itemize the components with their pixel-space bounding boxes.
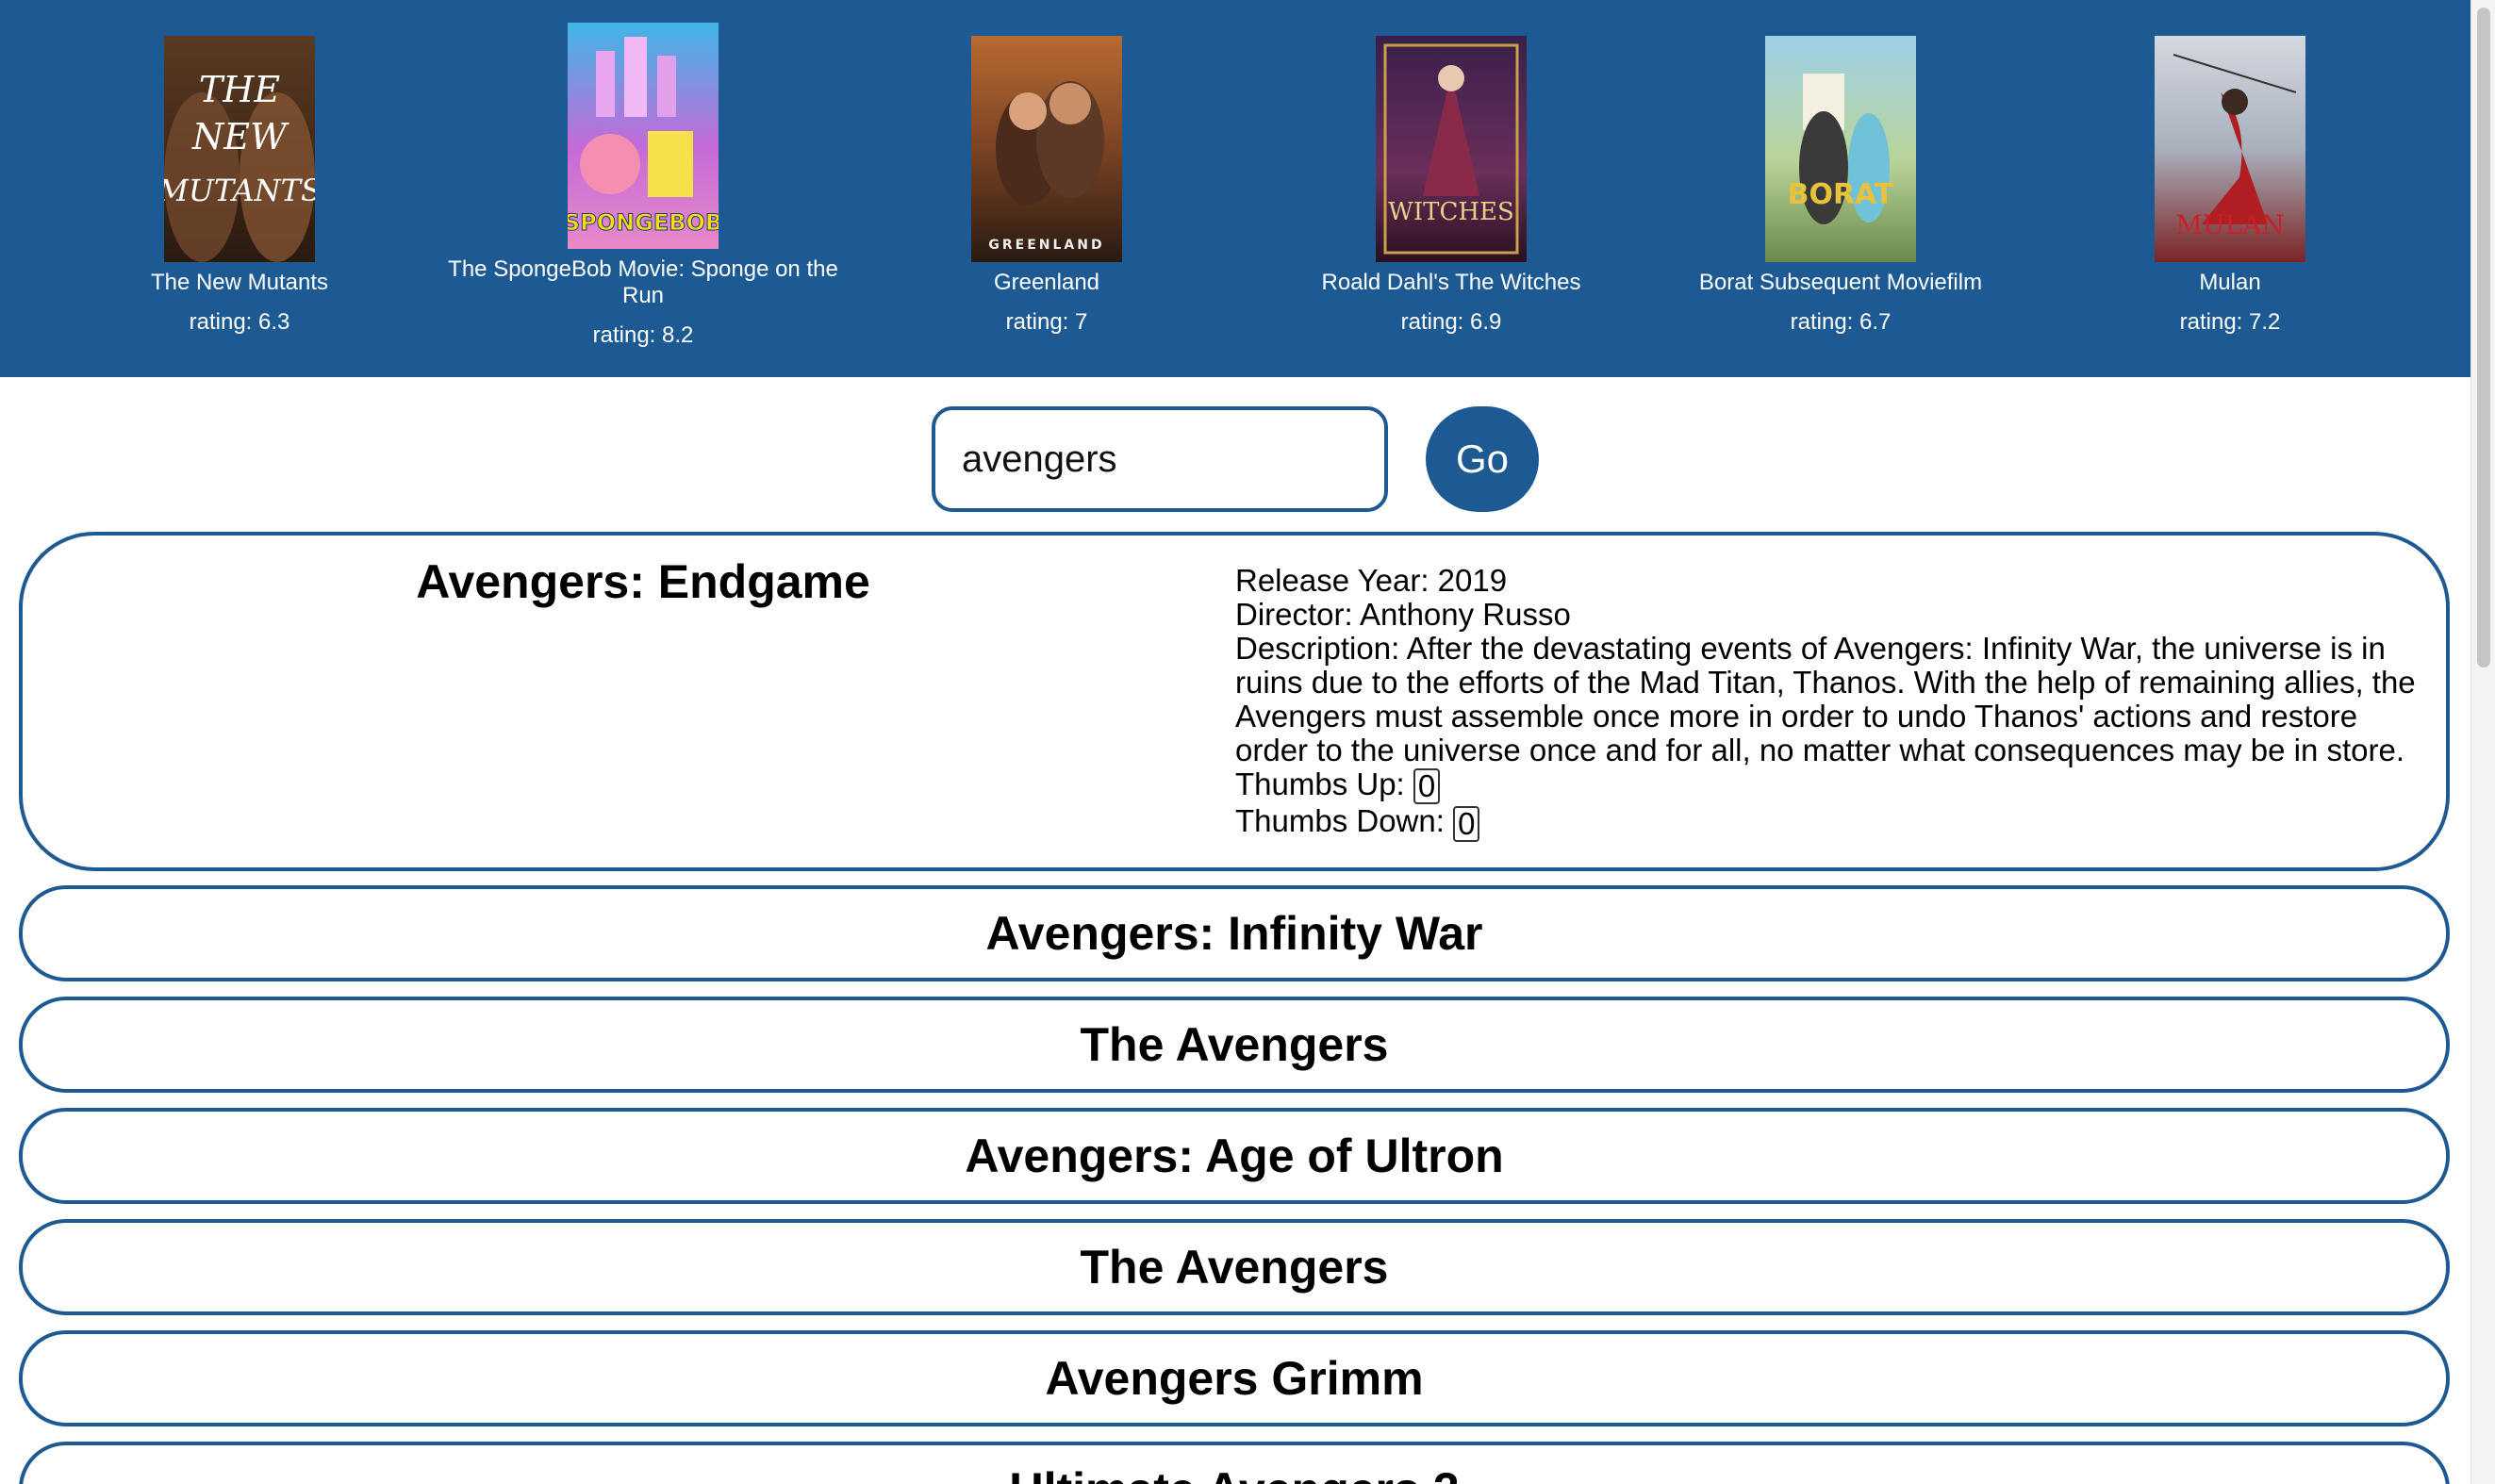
movie-poster[interactable]: THE NEW MUTANTS [164,36,315,262]
page-scrollbar[interactable] [2470,0,2495,1484]
thumbs-down-button[interactable]: 0 [1453,805,1480,842]
movie-title: The SpongeBob Movie: Sponge on the Run [448,256,838,308]
movie-poster[interactable]: GREENLAND [971,36,1122,262]
svg-text:MUTANTS: MUTANTS [164,173,315,208]
movie-rating: rating: 6.3 [189,309,290,335]
svg-text:THE: THE [199,69,280,110]
banner-movie-mulan[interactable]: MULAN Mulan rating: 7.2 [2032,36,2428,336]
go-button[interactable]: Go [1426,406,1539,512]
result-title[interactable]: The Avengers [23,1223,2446,1311]
director: Director: Anthony Russo [1235,597,1571,632]
thumbs-down-row: Thumbs Down: 0 [1235,803,2433,842]
movie-title: Greenland [993,270,1100,295]
thumbs-up-row: Thumbs Up: 0 [1235,767,2433,805]
movie-poster[interactable]: MULAN [2155,36,2305,262]
svg-text:SPONGEBOB: SPONGEBOB [568,209,719,236]
result-title[interactable]: Ultimate Avengers 2 [23,1445,2446,1484]
thumbs-down-label: Thumbs Down: [1235,803,1445,839]
movie-poster[interactable]: BORAT [1765,36,1916,262]
result-card[interactable]: Ultimate Avengers 2 [19,1442,2450,1484]
result-card-expanded[interactable]: Avengers: Endgame Release Year: 2019 Dir… [19,532,2450,871]
scrollbar-thumb[interactable] [2477,8,2490,668]
movie-title: Mulan [2199,270,2261,295]
search-input[interactable] [932,406,1388,512]
svg-text:MULAN: MULAN [2175,209,2285,240]
movie-title: Borat Subsequent Moviefilm [1698,270,1983,295]
svg-text:GREENLAND: GREENLAND [988,238,1104,253]
banner-movie-witches[interactable]: WITCHES Roald Dahl's The Witches rating:… [1253,36,1649,336]
thumbs-up-label: Thumbs Up: [1235,767,1405,801]
release-year: Release Year: 2019 [1235,563,1508,598]
movie-rating: rating: 6.9 [1400,309,1502,335]
thumbs-up-button[interactable]: 0 [1413,768,1441,805]
svg-text:WITCHES: WITCHES [1388,198,1514,226]
movie-title: Roald Dahl's The Witches [1321,270,1581,295]
result-title[interactable]: The Avengers [23,1000,2446,1089]
result-card[interactable]: Avengers Grimm [19,1330,2450,1426]
result-card[interactable]: The Avengers [19,1219,2450,1315]
movie-title: The New Mutants [150,270,329,295]
banner-movie-new-mutants[interactable]: THE NEW MUTANTS The New Mutants rating: … [41,36,438,336]
movie-rating: rating: 7.2 [2179,309,2281,335]
page: THE NEW MUTANTS The New Mutants rating: … [0,0,2495,1484]
description: Description: After the devastating event… [1235,631,2416,767]
movie-poster[interactable]: WITCHES [1376,36,1527,262]
result-title[interactable]: Avengers: Endgame [23,554,1264,609]
result-title[interactable]: Avengers: Age of Ultron [23,1112,2446,1200]
banner-movie-borat[interactable]: BORAT Borat Subsequent Moviefilm rating:… [1643,36,2039,336]
svg-text:NEW: NEW [191,116,289,157]
result-card[interactable]: Avengers: Age of Ultron [19,1108,2450,1204]
movie-details: Release Year: 2019 Director: Anthony Rus… [1235,564,2433,842]
movie-rating: rating: 7 [1005,309,1088,335]
movie-poster[interactable]: SPONGEBOB [568,23,719,249]
result-card[interactable]: The Avengers [19,997,2450,1093]
banner-movie-greenland[interactable]: GREENLAND Greenland rating: 7 [849,36,1245,336]
result-title[interactable]: Avengers Grimm [23,1334,2446,1423]
movie-rating: rating: 6.7 [1790,309,1892,335]
result-card[interactable]: Avengers: Infinity War [19,885,2450,981]
movie-rating: rating: 8.2 [592,322,694,348]
result-title[interactable]: Avengers: Infinity War [23,889,2446,978]
banner-movie-spongebob[interactable]: SPONGEBOB The SpongeBob Movie: Sponge on… [445,23,841,349]
svg-text:BORAT: BORAT [1788,178,1894,211]
popular-movies-banner: THE NEW MUTANTS The New Mutants rating: … [0,0,2470,377]
